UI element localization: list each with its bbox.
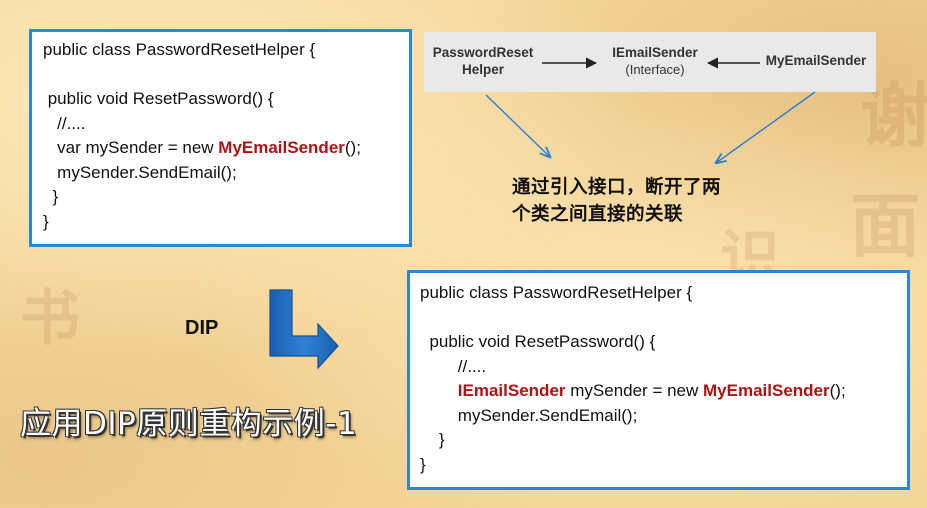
pointer-arrow: [716, 91, 816, 163]
dip-arrow-icon: [269, 289, 339, 370]
pointer-arrow: [485, 94, 550, 157]
arrows-overlay: [269, 57, 816, 370]
